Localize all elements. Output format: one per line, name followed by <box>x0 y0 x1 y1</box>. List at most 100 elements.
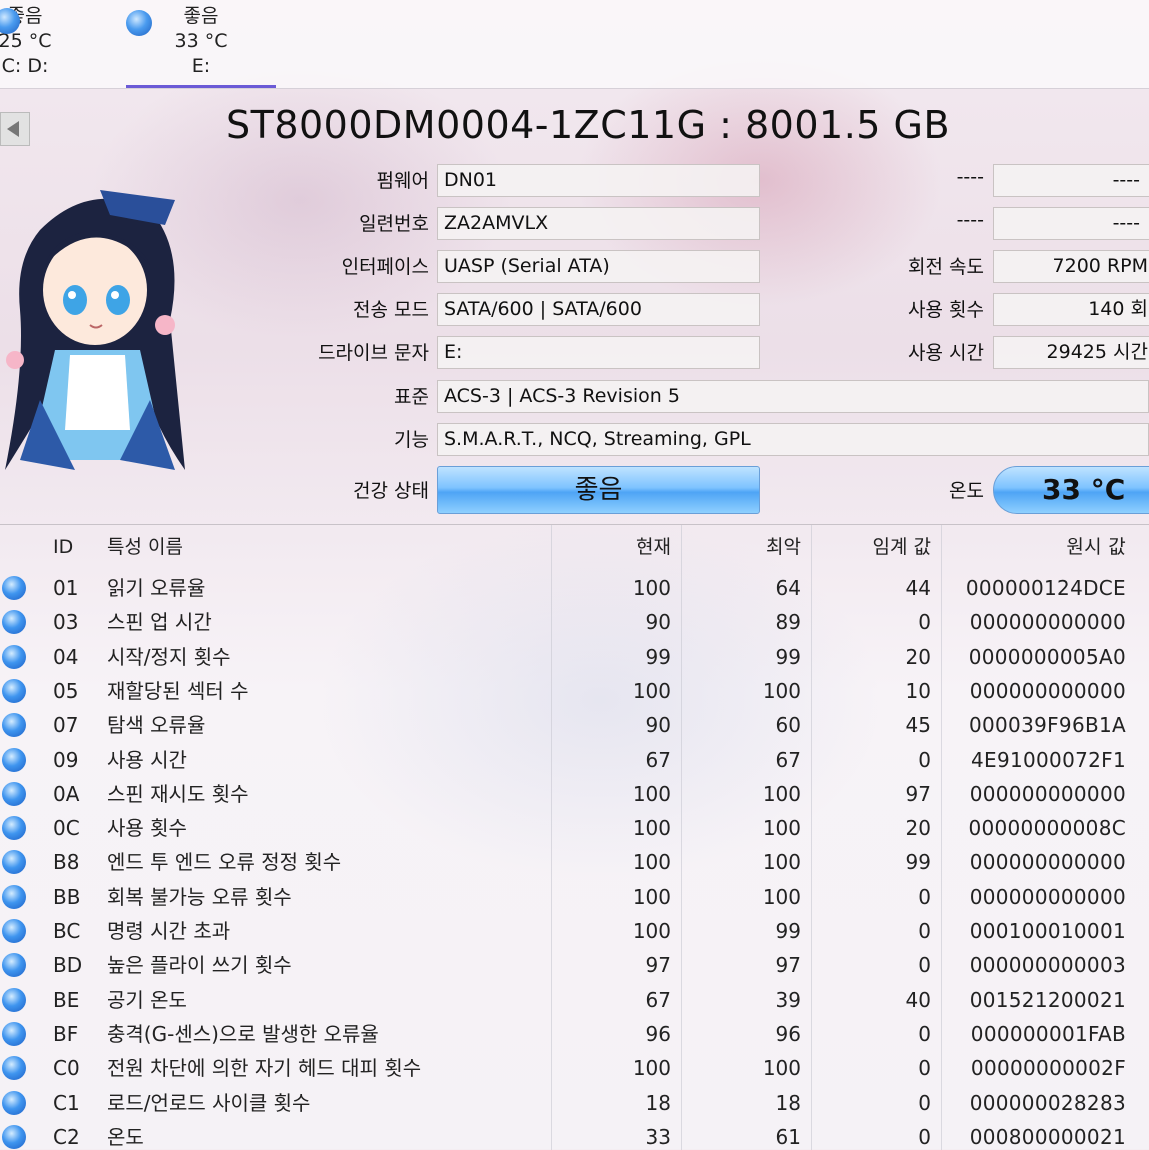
attribute-raw: 000000000000 <box>969 678 1126 703</box>
blank-field-1: ---- <box>993 164 1149 197</box>
attribute-worst: 64 <box>775 576 801 600</box>
standard-label: 표준 <box>394 386 429 408</box>
table-row[interactable]: 04 시작/정지 횟수 99 99 20 0000000005A0 <box>0 640 1149 674</box>
power-on-count-field: 140 회 <box>993 293 1149 326</box>
rotation-speed-field: 7200 RPM <box>993 250 1149 283</box>
status-dot-icon <box>2 610 26 635</box>
status-dot-icon <box>2 884 26 909</box>
attribute-raw: 000039F96B1A <box>968 713 1126 738</box>
table-row[interactable]: BF 충격(G-센스)으로 발생한 오류율 96 96 0 000000001FAB <box>0 1017 1149 1051</box>
column-header-name[interactable]: 특성 이름 <box>107 525 183 569</box>
table-row[interactable]: BC 명령 시간 초과 100 99 0 000100010001 <box>0 914 1149 948</box>
table-row[interactable]: C2 온도 33 61 0 000800000021 <box>0 1120 1149 1150</box>
drive-tab-letters: C: D: <box>1 55 49 77</box>
attribute-name: 공기 온도 <box>107 987 187 1012</box>
attribute-current: 96 <box>645 1021 671 1046</box>
attribute-worst: 39 <box>775 987 801 1012</box>
drive-tab-cd[interactable]: 좋음 25 °C C: D: <box>0 4 100 88</box>
temperature-button[interactable]: 33 °C <box>993 466 1149 514</box>
health-status-button[interactable]: 좋음 <box>437 466 760 514</box>
status-dot-icon <box>2 987 26 1012</box>
attribute-threshold: 45 <box>905 713 931 738</box>
attribute-current: 100 <box>632 919 671 943</box>
attribute-name: 충격(G-센스)으로 발생한 오류율 <box>107 1021 379 1046</box>
attribute-current: 90 <box>645 713 671 738</box>
attribute-name: 명령 시간 초과 <box>107 919 231 943</box>
column-header-raw[interactable]: 원시 값 <box>1066 525 1126 569</box>
drive-tab-e[interactable]: 좋음 33 °C E: <box>126 4 276 88</box>
table-row[interactable]: 01 읽기 오류율 100 64 44 000000124DCE <box>0 571 1149 605</box>
table-row[interactable]: BD 높은 플라이 쓰기 횟수 97 97 0 000000000003 <box>0 948 1149 982</box>
attribute-id: 0C <box>53 816 80 841</box>
attribute-id: BD <box>53 953 83 978</box>
features-label: 기능 <box>394 429 429 451</box>
column-header-id[interactable]: ID <box>53 525 73 569</box>
attribute-name: 엔드 투 엔드 오류 정정 횟수 <box>107 850 342 875</box>
status-dot-icon <box>2 1090 26 1115</box>
blank-field-2: ---- <box>993 207 1149 240</box>
table-row[interactable]: C1 로드/언로드 사이클 횟수 18 18 0 000000028283 <box>0 1086 1149 1120</box>
attribute-threshold: 0 <box>918 1124 931 1149</box>
attribute-raw: 000800000021 <box>969 1124 1126 1149</box>
attribute-worst: 89 <box>775 610 801 635</box>
table-row[interactable]: C0 전원 차단에 의한 자기 헤드 대피 횟수 100 100 0 0000000000… <box>0 1051 1149 1085</box>
attribute-id: C0 <box>53 1056 80 1081</box>
attribute-name: 스핀 업 시간 <box>107 610 212 635</box>
attribute-id: 05 <box>53 678 79 703</box>
drive-tab-bar: 좋음 25 °C C: D: 좋음 33 °C E: <box>0 0 1149 89</box>
attribute-current: 100 <box>632 816 671 841</box>
previous-drive-arrow-icon[interactable] <box>0 112 30 146</box>
temperature-label: 온도 <box>949 480 984 502</box>
attribute-current: 100 <box>632 678 671 703</box>
table-row[interactable]: BE 공기 온도 67 39 40 001521200021 <box>0 983 1149 1017</box>
power-on-hours-field: 29425 시간 <box>993 336 1149 369</box>
drive-letter-field: E: <box>437 336 760 369</box>
attribute-worst: 100 <box>762 781 801 806</box>
attribute-current: 100 <box>632 576 671 600</box>
attribute-threshold: 10 <box>905 678 931 703</box>
attribute-id: BC <box>53 919 81 943</box>
attribute-raw: 000000000000 <box>969 884 1126 909</box>
attribute-threshold: 0 <box>918 1090 931 1115</box>
drive-model-title: ST8000DM0004-1ZC11G : 8001.5 GB <box>226 103 951 147</box>
column-header-worst[interactable]: 최악 <box>766 525 801 569</box>
attribute-name: 탐색 오류율 <box>107 713 206 738</box>
transfer-mode-field: SATA/600 | SATA/600 <box>437 293 760 326</box>
status-dot-icon <box>2 576 26 600</box>
attribute-threshold: 20 <box>905 816 931 841</box>
status-dot-icon <box>2 1124 26 1149</box>
table-row[interactable]: 0A 스핀 재시도 횟수 100 100 97 000000000000 <box>0 777 1149 811</box>
attribute-current: 67 <box>645 747 671 772</box>
table-row[interactable]: B8 엔드 투 엔드 오류 정정 횟수 100 100 99 000000000000 <box>0 845 1149 879</box>
attribute-threshold: 0 <box>918 884 931 909</box>
attribute-current: 33 <box>645 1124 671 1149</box>
transfer-mode-label: 전송 모드 <box>353 299 429 321</box>
attribute-worst: 100 <box>762 850 801 875</box>
table-row[interactable]: 05 재할당된 섹터 수 100 100 10 000000000000 <box>0 674 1149 708</box>
table-row[interactable]: 0C 사용 횟수 100 100 20 00000000008C <box>0 811 1149 845</box>
attribute-name: 스핀 재시도 횟수 <box>107 781 249 806</box>
attribute-current: 100 <box>632 884 671 909</box>
power-on-hours-label: 사용 시간 <box>908 342 984 364</box>
attribute-raw: 000000028283 <box>969 1090 1126 1115</box>
attribute-worst: 100 <box>762 678 801 703</box>
table-row[interactable]: 09 사용 시간 67 67 0 4E91000072F1 <box>0 743 1149 777</box>
column-header-threshold[interactable]: 임계 값 <box>873 525 931 569</box>
serial-label: 일련번호 <box>359 213 429 235</box>
status-dot-icon <box>2 919 26 943</box>
power-on-count-label: 사용 횟수 <box>908 299 984 321</box>
table-row[interactable]: BB 회복 불가능 오류 횟수 100 100 0 000000000000 <box>0 880 1149 914</box>
standard-field: ACS-3 | ACS-3 Revision 5 <box>437 380 1149 413</box>
attribute-worst: 100 <box>762 1056 801 1081</box>
column-header-current[interactable]: 현재 <box>636 525 671 569</box>
attribute-threshold: 0 <box>918 1021 931 1046</box>
table-row[interactable]: 07 탐색 오류율 90 60 45 000039F96B1A <box>0 708 1149 742</box>
attribute-current: 67 <box>645 987 671 1012</box>
drive-tab-letters: E: <box>191 55 211 77</box>
table-row[interactable]: 03 스핀 업 시간 90 89 0 000000000000 <box>0 605 1149 639</box>
attribute-id: BB <box>53 884 81 909</box>
attribute-threshold: 0 <box>918 919 931 943</box>
status-dot-icon <box>2 644 26 669</box>
attribute-id: BF <box>53 1021 79 1046</box>
attribute-current: 99 <box>645 644 671 669</box>
